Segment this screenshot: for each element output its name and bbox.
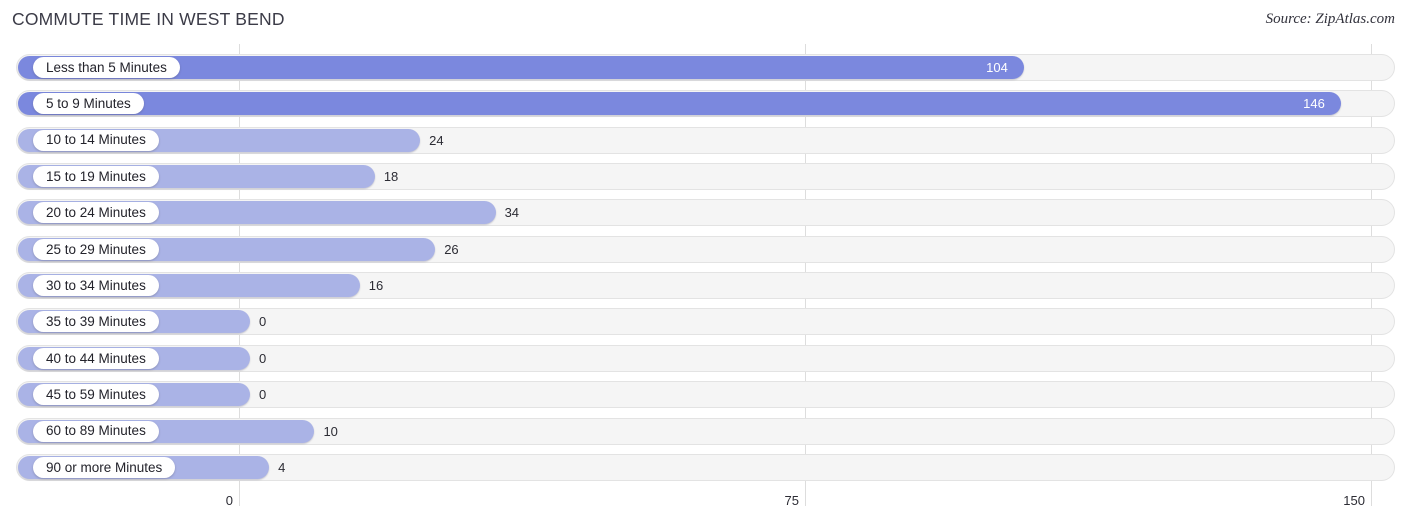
chart-header: COMMUTE TIME IN WEST BEND Source: ZipAtl…	[0, 0, 1406, 42]
bar-row[interactable]: 16 30 to 34 Minutes	[16, 272, 1395, 300]
bar-row[interactable]: 24 10 to 14 Minutes	[16, 126, 1395, 154]
bar-row[interactable]: 18 15 to 19 Minutes	[16, 163, 1395, 191]
category-label-pill[interactable]: 40 to 44 Minutes	[33, 347, 159, 369]
bar-row[interactable]: 26 25 to 29 Minutes	[16, 235, 1395, 263]
bar-row[interactable]: 34 20 to 24 Minutes	[16, 199, 1395, 227]
axis-tick-label-75: 75	[784, 493, 799, 508]
bar-row[interactable]: 0 35 to 39 Minutes	[16, 308, 1395, 336]
bar-value-label: 18	[383, 169, 399, 185]
category-label-text: Less than 5 Minutes	[46, 59, 167, 75]
axis-tick-mark	[239, 484, 240, 506]
bar-value-label: 26	[444, 241, 459, 257]
category-label-pill[interactable]: 45 to 59 Minutes	[33, 384, 159, 406]
category-label-text: 35 to 39 Minutes	[46, 314, 146, 330]
bar-row[interactable]: 4 90 or more Minutes	[16, 453, 1395, 481]
source-attribution: Source: ZipAtlas.com	[1265, 11, 1395, 27]
bar-value-label: 34	[504, 205, 520, 221]
chart-plot-area: 104 Less than 5 Minutes 146 5 to 9 Minutes 2…	[0, 44, 1406, 484]
axis-tick-label-0: 0	[225, 493, 233, 508]
bar-value-label: 0	[259, 314, 267, 330]
bar-value-label: 0	[259, 387, 267, 403]
bar-value-label: 0	[259, 350, 267, 366]
bar-rows: 104 Less than 5 Minutes 146 5 to 9 Minutes 2…	[0, 44, 1406, 484]
category-label-pill[interactable]: 90 or more Minutes	[33, 456, 176, 478]
category-label-text: 10 to 14 Minutes	[46, 132, 146, 148]
bar-row[interactable]: 10 60 to 89 Minutes	[16, 417, 1395, 445]
category-label-pill[interactable]: 15 to 19 Minutes	[33, 166, 159, 188]
category-label-text: 40 to 44 Minutes	[46, 350, 146, 366]
category-label-text: 30 to 34 Minutes	[46, 277, 146, 293]
category-label-pill[interactable]: 5 to 9 Minutes	[33, 93, 144, 115]
category-label-pill[interactable]: 35 to 39 Minutes	[33, 311, 159, 333]
axis-tick-label-150: 150	[1343, 493, 1365, 508]
category-label-pill[interactable]: Less than 5 Minutes	[33, 57, 180, 78]
axis-tick-mark	[805, 484, 806, 506]
category-label-text: 60 to 89 Minutes	[46, 423, 146, 439]
category-label-pill[interactable]: 10 to 14 Minutes	[33, 129, 159, 151]
category-label-pill[interactable]: 25 to 29 Minutes	[33, 238, 159, 260]
bar-row[interactable]: 146 5 to 9 Minutes	[16, 90, 1395, 118]
bar-value-label: 146	[1303, 96, 1325, 112]
bar-value-label: 10	[323, 423, 338, 439]
bar-row[interactable]: 0 40 to 44 Minutes	[16, 344, 1395, 372]
category-label-text: 25 to 29 Minutes	[46, 241, 146, 257]
category-label-pill[interactable]: 20 to 24 Minutes	[33, 202, 159, 224]
page-title: COMMUTE TIME IN WEST BEND	[12, 9, 285, 29]
x-axis: 0 75 150	[0, 484, 1406, 522]
bar-row[interactable]: 0 45 to 59 Minutes	[16, 381, 1395, 409]
category-label-text: 20 to 24 Minutes	[46, 205, 146, 221]
bar-row[interactable]: 104 Less than 5 Minutes	[16, 54, 1395, 81]
bar-value-label: 16	[368, 278, 384, 294]
category-label-text: 90 or more Minutes	[46, 459, 163, 475]
category-label-pill[interactable]: 30 to 34 Minutes	[33, 275, 159, 297]
category-label-text: 15 to 19 Minutes	[46, 168, 146, 184]
category-label-text: 45 to 59 Minutes	[46, 386, 146, 402]
category-label-text: 5 to 9 Minutes	[46, 96, 131, 112]
bar-value-label: 4	[278, 459, 286, 475]
bar-value-label: 24	[429, 132, 444, 148]
category-label-pill[interactable]: 60 to 89 Minutes	[33, 420, 159, 442]
axis-tick-mark	[1371, 484, 1372, 506]
